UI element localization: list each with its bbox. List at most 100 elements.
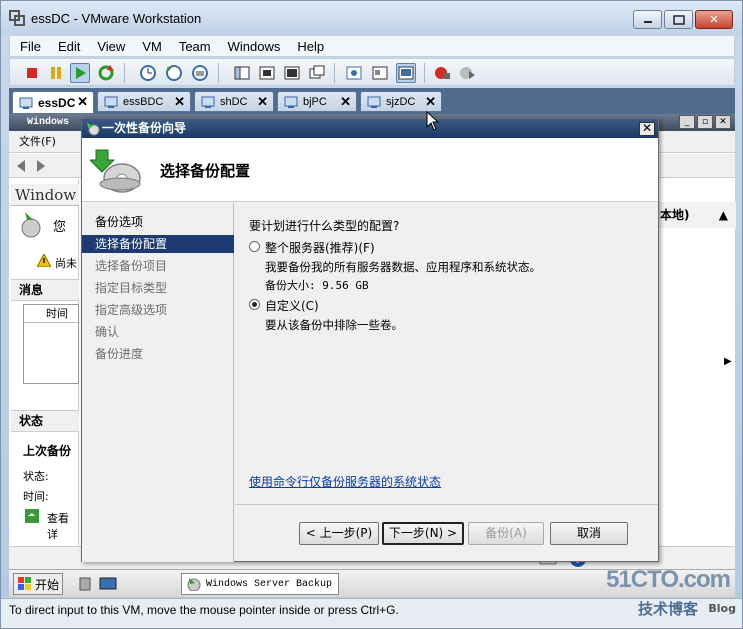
config-question: 要计划进行什么类型的配置? — [249, 219, 400, 233]
snapshot-manager-button[interactable] — [190, 63, 210, 83]
suspend-button[interactable] — [46, 63, 66, 83]
close-icon[interactable]: ✕ — [257, 94, 268, 110]
task-label: Windows Server Backup — [206, 578, 333, 590]
start-button[interactable]: 开始 — [13, 573, 63, 595]
quick-switch-icon — [259, 66, 275, 80]
snapshot-button[interactable] — [138, 63, 158, 83]
vmware-window: essDC - VMware Workstation ✕ File Edit V… — [0, 0, 743, 629]
record-icon — [435, 67, 450, 79]
wizard-title: 一次性备份向导 — [102, 121, 187, 135]
close-icon: ✕ — [641, 121, 653, 135]
backup-disk-icon — [90, 149, 141, 193]
replay-icon — [460, 67, 475, 79]
menu-edit[interactable]: Edit — [58, 39, 80, 54]
mmc-minimize-button[interactable]: _ — [679, 115, 695, 129]
back-forward-icon[interactable] — [15, 158, 55, 174]
quick-switch-button[interactable] — [257, 63, 277, 83]
close-icon[interactable]: ✕ — [340, 94, 351, 110]
record-button[interactable] — [432, 63, 452, 83]
left-pane-text: 您 — [53, 220, 67, 235]
close-button[interactable]: ✕ — [695, 10, 733, 29]
step-confirmation: 确认 — [95, 325, 120, 339]
wizard-header-title: 选择备份配置 — [160, 162, 251, 180]
tab-essdc[interactable]: essDC ✕ — [12, 91, 94, 114]
minimize-icon — [643, 20, 652, 23]
toolbar-separator — [424, 63, 425, 83]
full-screen-icon — [284, 66, 300, 80]
messages-grid: 时间 — [23, 304, 80, 384]
back-button[interactable]: < 上一步(P) — [299, 522, 379, 545]
wizard-content: 要计划进行什么类型的配置? 整个服务器(推荐)(F) 我要备份我的所有服务器数据… — [235, 203, 658, 503]
reset-button[interactable] — [96, 63, 116, 83]
wizard-close-button[interactable]: ✕ — [639, 122, 655, 136]
menu-view[interactable]: View — [97, 39, 125, 54]
minimize-button[interactable] — [633, 10, 662, 29]
watermark: 51CTO.com 技术博客 Blog — [586, 566, 736, 626]
backup-size-text: 备份大小: 9.56 GB — [265, 279, 369, 292]
time-label: 时间: — [23, 490, 49, 503]
close-icon[interactable]: ✕ — [425, 94, 436, 110]
tab-sjzdc[interactable]: sjzDC ✕ — [360, 91, 442, 112]
toolbar — [9, 58, 735, 86]
refresh-icon — [98, 65, 114, 81]
vm-icon — [201, 96, 215, 108]
replay-button[interactable] — [457, 63, 477, 83]
last-backup-label: 上次备份 — [23, 444, 72, 458]
power-on-button[interactable] — [70, 63, 90, 83]
view-details-link[interactable]: 查看详 — [47, 510, 78, 542]
option-custom-label[interactable]: 自定义(C) — [265, 297, 319, 314]
menu-vm[interactable]: VM — [142, 39, 162, 54]
messages-title: 消息 — [19, 283, 44, 297]
mmc-menu-file[interactable]: 文件(F) — [19, 135, 56, 148]
cancel-button[interactable]: 取消 — [550, 522, 628, 545]
radio-custom[interactable] — [249, 299, 260, 310]
collapse-icon[interactable]: ▲ — [719, 202, 728, 228]
chevron-right-icon[interactable]: ▶ — [724, 356, 732, 367]
step-select-config[interactable]: 选择备份配置 — [82, 235, 234, 253]
show-desktop-icon[interactable] — [99, 576, 117, 592]
console-view-button[interactable] — [396, 63, 416, 83]
tab-label: bjPC — [303, 95, 327, 108]
option-full-server-label[interactable]: 整个服务器(推荐)(F) — [265, 239, 375, 256]
taskbar-windows-server-backup[interactable]: Windows Server Backup — [181, 573, 339, 595]
menu-help[interactable]: Help — [297, 39, 324, 54]
backup-app-icon — [187, 578, 201, 591]
full-screen-button[interactable] — [282, 63, 302, 83]
close-icon[interactable]: ✕ — [77, 94, 88, 110]
mmc-close-button[interactable]: ✕ — [715, 115, 731, 129]
tab-label: essDC — [38, 95, 76, 110]
command-line-link[interactable]: 使用命令行仅备份服务器的系统状态 — [249, 473, 441, 490]
next-button[interactable]: 下一步(N) > — [382, 522, 464, 545]
tab-essbdc[interactable]: essBDC ✕ — [97, 91, 191, 112]
server-manager-icon[interactable] — [77, 576, 93, 592]
step-backup-options[interactable]: 备份选项 — [82, 213, 234, 231]
show-sidebar-button[interactable] — [232, 63, 252, 83]
maximize-button[interactable] — [664, 10, 693, 29]
snapshot-manager-icon — [192, 65, 208, 81]
vm-icon — [104, 96, 118, 108]
tab-shdc[interactable]: shDC ✕ — [194, 91, 274, 112]
backup-button: 备份(A) — [468, 522, 544, 545]
close-icon[interactable]: ✕ — [174, 94, 185, 110]
power-off-button[interactable] — [22, 63, 42, 83]
actions-header-label: 本地) — [660, 208, 690, 222]
tab-label: shDC — [220, 95, 248, 108]
messages-section: 消息 — [11, 279, 79, 301]
vm-icon — [284, 96, 298, 108]
play-icon — [76, 67, 86, 79]
unity-button[interactable] — [307, 63, 327, 83]
tab-bjpc[interactable]: bjPC ✕ — [277, 91, 357, 112]
step-destination-type: 指定目标类型 — [95, 281, 168, 295]
mmc-maximize-button[interactable]: ▫ — [697, 115, 713, 129]
menu-file[interactable]: File — [20, 39, 41, 54]
step-select-items: 选择备份项目 — [95, 259, 168, 273]
unity-icon — [309, 65, 325, 79]
radio-full-server[interactable] — [249, 241, 260, 252]
menu-windows[interactable]: Windows — [228, 39, 281, 54]
appliance-view-button[interactable] — [370, 63, 390, 83]
summary-view-button[interactable] — [344, 63, 364, 83]
revert-snapshot-button[interactable] — [164, 63, 184, 83]
actions-header: 本地) ▲ — [658, 202, 736, 228]
backup-icon — [21, 212, 41, 238]
menu-team[interactable]: Team — [179, 39, 211, 54]
